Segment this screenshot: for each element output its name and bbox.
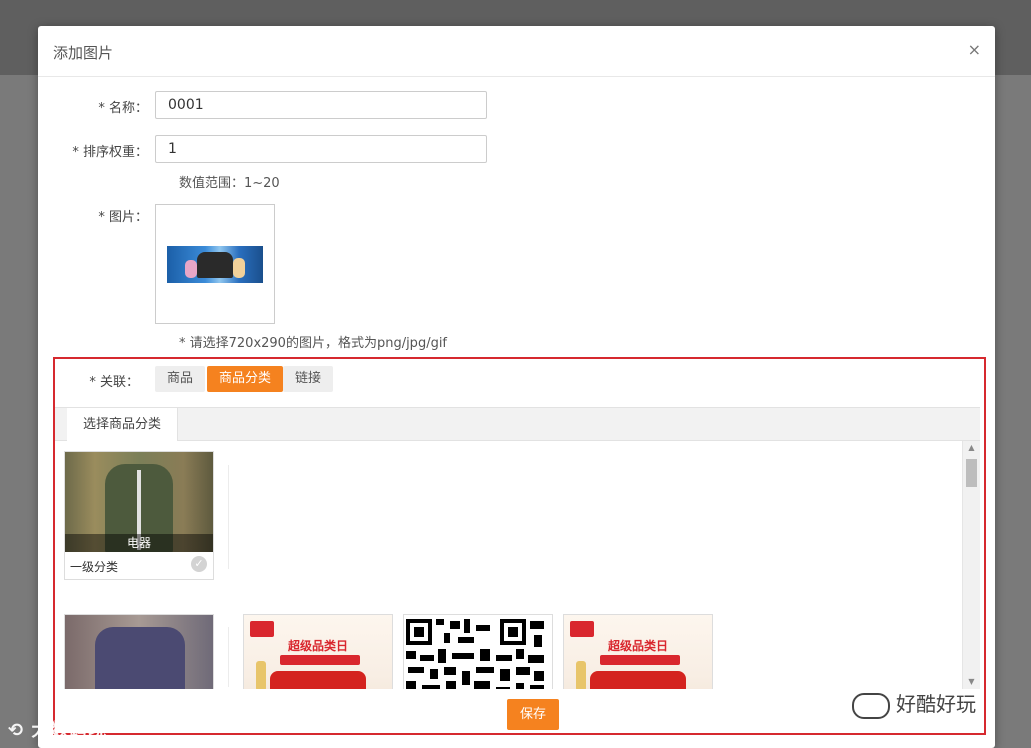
vertical-scrollbar[interactable]: ▲ ▼ (962, 441, 980, 689)
category-card[interactable] (64, 614, 214, 689)
scroll-up-arrow-icon[interactable]: ▲ (963, 441, 980, 455)
watermark-right-text: 好酷好玩 (896, 692, 976, 716)
wechat-icon (852, 692, 890, 719)
image-upload-box[interactable] (155, 204, 275, 324)
relation-panel: * 关联： 商品 商品分类 链接 选择商品分类 电器 一级分类 ✓ 超级品类日 … (53, 357, 986, 735)
watermark-left: ⟲ 大数跨境 (8, 716, 107, 742)
category-level: 一级分类 (70, 560, 119, 574)
tab-product-category[interactable]: 商品分类 (207, 366, 284, 392)
category-caption: 电器 (65, 534, 213, 552)
divider (228, 627, 229, 687)
image-hint: * 请选择720x290的图片，格式为png/jpg/gif (179, 336, 448, 351)
image-label: * 图片： (98, 210, 148, 225)
banner-title: 超级品类日 (607, 639, 668, 653)
tab-select-category[interactable]: 选择商品分类 (67, 408, 179, 441)
qr-code-card[interactable] (403, 614, 553, 689)
banner-band (280, 655, 360, 665)
dialog-title: 添加图片 (53, 44, 114, 62)
scroll-thumb[interactable] (966, 459, 977, 487)
close-icon[interactable]: × (968, 40, 981, 59)
watermark-left-text: 大数跨境 (31, 720, 108, 741)
dialog-header: 添加图片 × (38, 26, 995, 77)
category-list[interactable]: 电器 一级分类 ✓ 超级品类日 超级品类日 ▲ ▼ (55, 441, 980, 689)
banner-title: 超级品类日 (287, 639, 348, 653)
banner-band (600, 655, 680, 665)
name-label: * 名称： (98, 101, 148, 116)
sofa-graphic (590, 671, 686, 689)
lamp-graphic (576, 661, 586, 689)
banner-card[interactable]: 超级品类日 (563, 614, 713, 689)
add-image-dialog: 添加图片 × * 名称： * 排序权重： 数值范围：1~20 * 图片： * 请… (38, 26, 995, 748)
sofa-graphic (270, 671, 366, 689)
watermark-right: 好酷好玩 (852, 688, 976, 719)
category-image: 电器 (65, 452, 213, 552)
brand-logo (570, 621, 594, 637)
lamp-graphic (256, 661, 266, 689)
category-image (65, 615, 213, 689)
category-card[interactable]: 电器 一级分类 ✓ (64, 451, 214, 580)
name-input[interactable] (155, 91, 487, 119)
banner-card[interactable]: 超级品类日 (243, 614, 393, 689)
qr-code-icon (406, 619, 544, 689)
brand-logo (250, 621, 274, 637)
tab-product[interactable]: 商品 (155, 366, 206, 392)
watermark-logo-icon: ⟲ (8, 720, 25, 741)
tab-link[interactable]: 链接 (283, 366, 334, 392)
sub-tab-bar: 选择商品分类 (55, 407, 980, 441)
check-circle-icon[interactable]: ✓ (191, 556, 207, 572)
weight-label: * 排序权重： (72, 145, 148, 160)
image-thumbnail (167, 246, 263, 283)
divider (228, 465, 229, 569)
save-button[interactable]: 保存 (507, 699, 559, 730)
relation-label: * 关联： (89, 375, 139, 390)
sort-weight-input[interactable] (155, 135, 487, 163)
weight-hint: 数值范围：1~20 (179, 176, 280, 191)
scroll-down-arrow-icon[interactable]: ▼ (963, 675, 980, 689)
